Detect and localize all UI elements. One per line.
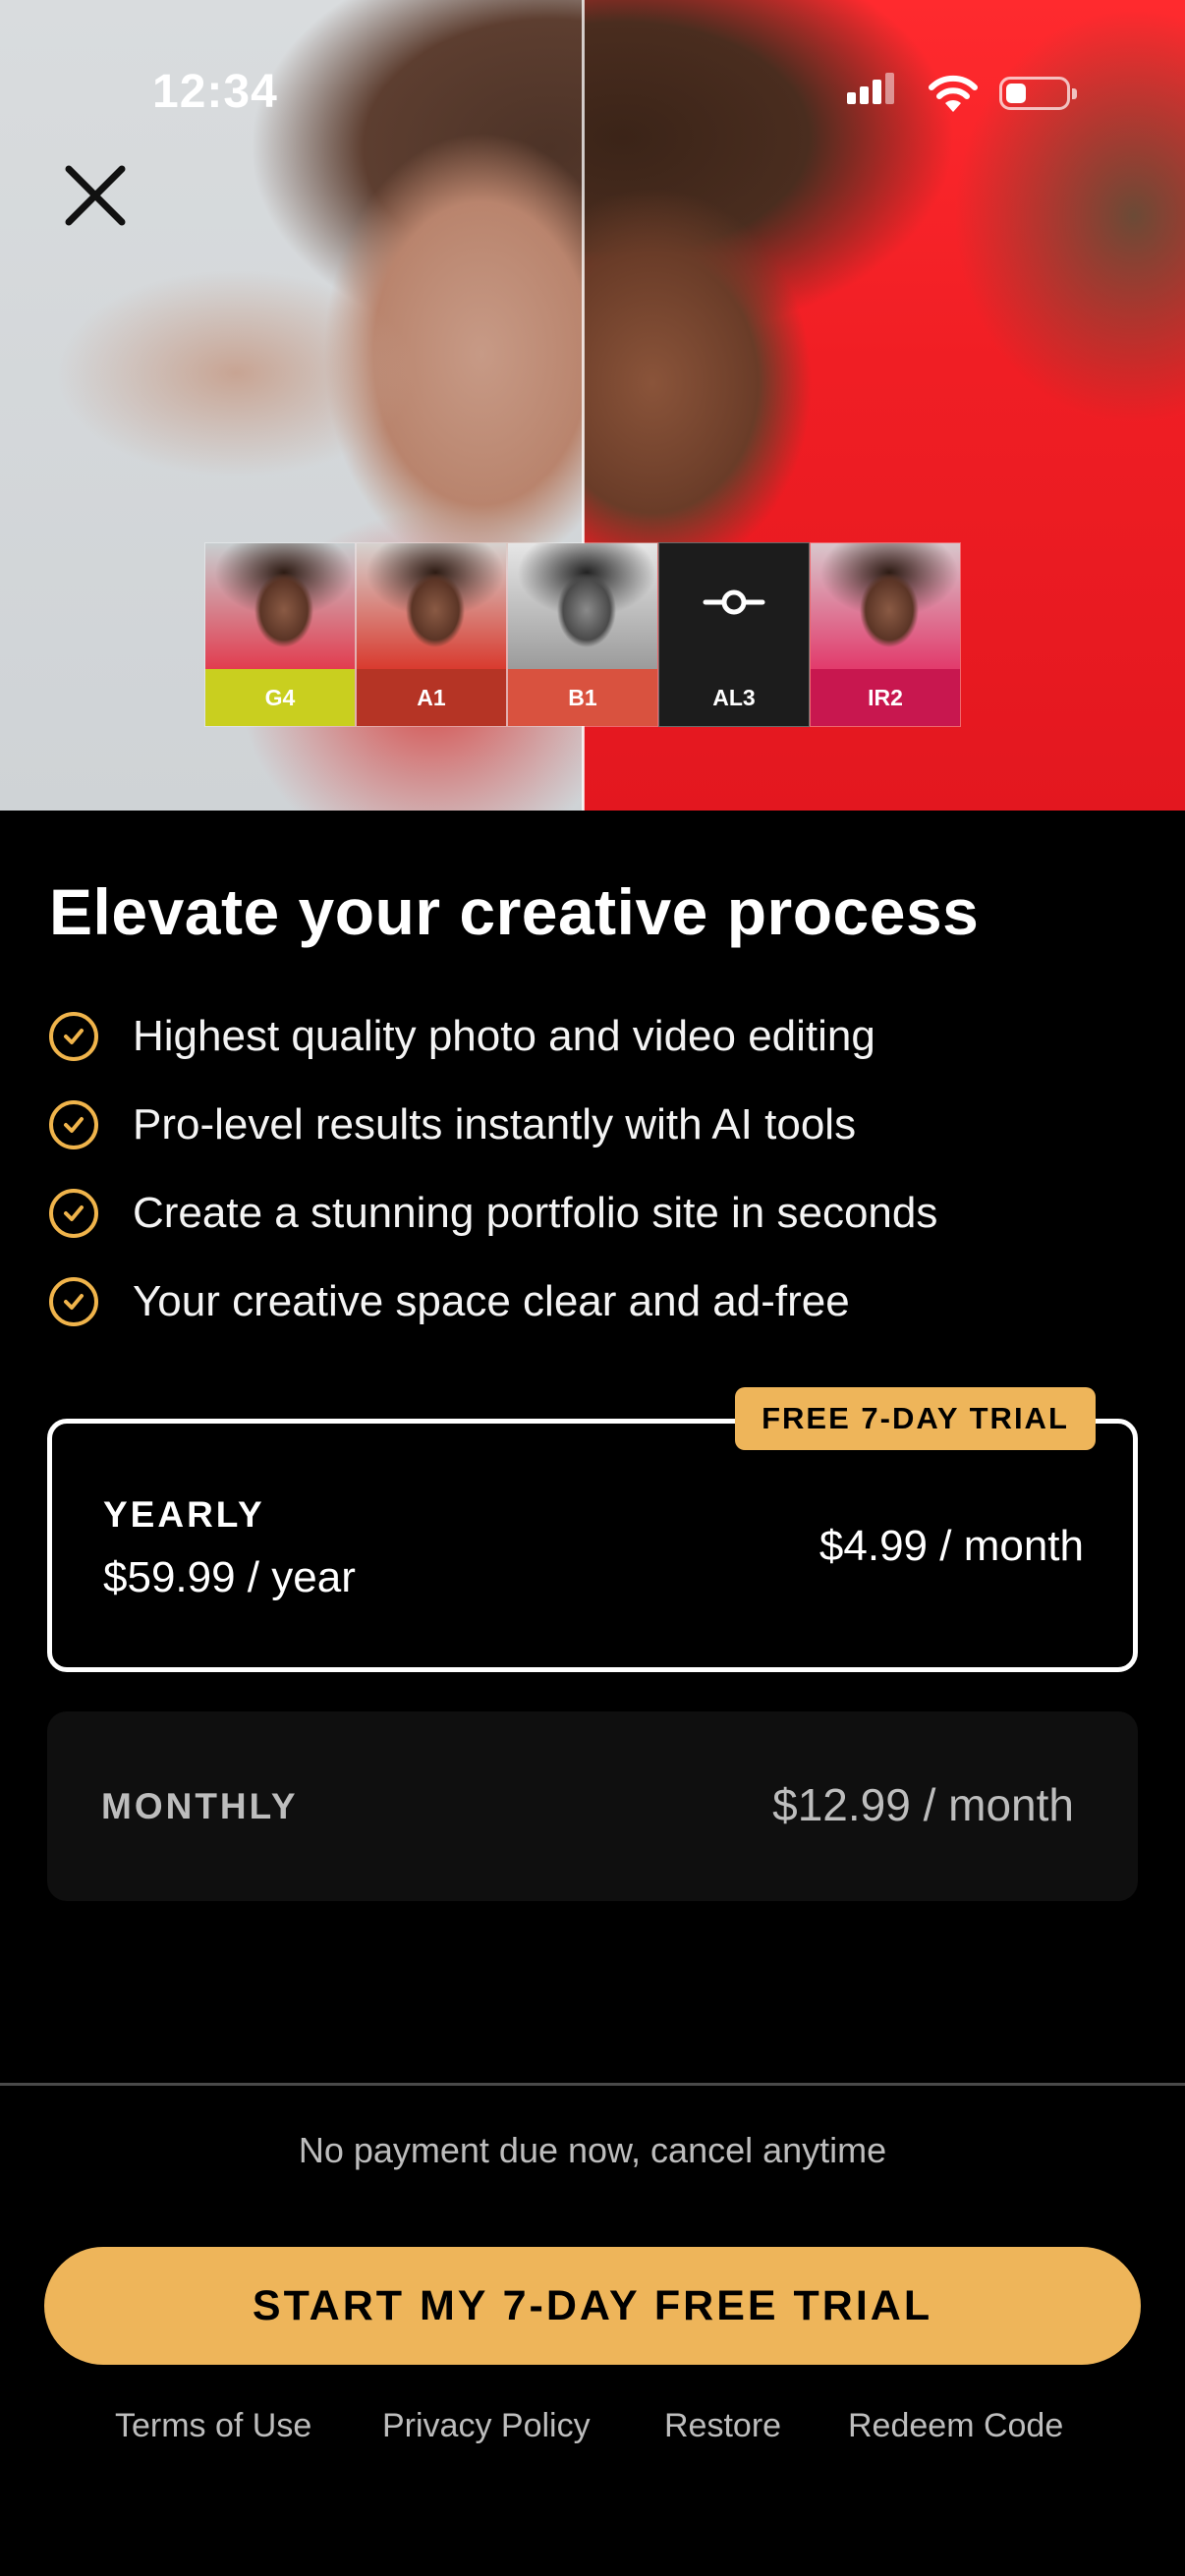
redeem-code-link[interactable]: Redeem Code (848, 2407, 1063, 2445)
check-circle-icon (49, 1277, 98, 1326)
feature-text: Create a stunning portfolio site in seco… (133, 1189, 938, 1237)
battery-icon (999, 77, 1077, 110)
feature-item: Create a stunning portfolio site in seco… (49, 1169, 937, 1258)
filter-label: IR2 (811, 669, 960, 726)
plan-name: MONTHLY (101, 1786, 299, 1826)
feature-text: Highest quality photo and video editing (133, 1012, 875, 1060)
check-circle-icon (49, 1012, 98, 1061)
privacy-policy-link[interactable]: Privacy Policy (382, 2407, 591, 2445)
filter-label: A1 (357, 669, 506, 726)
check-circle-icon (49, 1100, 98, 1149)
filter-thumbnail (508, 543, 657, 671)
trial-badge: FREE 7-DAY TRIAL (735, 1387, 1096, 1450)
plan-name: YEARLY (103, 1494, 265, 1535)
filter-thumbnail (811, 543, 960, 671)
hero-image: 12:34 G4 A1 B1 AL3 IR2 (0, 0, 1185, 811)
filter-label: AL3 (659, 669, 809, 726)
filter-strip: G4 A1 B1 AL3 IR2 (204, 542, 961, 727)
feature-text: Your creative space clear and ad-free (133, 1277, 850, 1325)
plan-price-year: $59.99 / year (103, 1553, 356, 1601)
terms-of-use-link[interactable]: Terms of Use (115, 2407, 311, 2445)
close-button[interactable] (57, 157, 134, 234)
divider (0, 2083, 1185, 2086)
close-icon (65, 165, 126, 226)
feature-item: Highest quality photo and video editing (49, 992, 937, 1081)
status-icons (847, 73, 1083, 116)
feature-list: Highest quality photo and video editing … (49, 992, 937, 1346)
filter-label: G4 (205, 669, 355, 726)
filter-ir2[interactable]: IR2 (810, 542, 961, 727)
plan-price-month: $4.99 / month (818, 1522, 1084, 1570)
plan-option-yearly[interactable]: YEARLY $59.99 / year $4.99 / month (47, 1419, 1138, 1672)
page-title: Elevate your creative process (49, 875, 980, 948)
payment-note: No payment due now, cancel anytime (298, 2130, 887, 2170)
status-time: 12:34 (152, 66, 278, 118)
feature-item: Your creative space clear and ad-free (49, 1258, 937, 1346)
check-circle-icon (49, 1189, 98, 1238)
filter-a1[interactable]: A1 (356, 542, 507, 727)
feature-text: Pro-level results instantly with AI tool… (133, 1100, 857, 1148)
start-trial-button[interactable]: START MY 7-DAY FREE TRIAL (44, 2247, 1141, 2365)
plan-option-monthly[interactable]: MONTHLY $12.99 / month (47, 1711, 1138, 1901)
filter-thumbnail (357, 543, 506, 671)
restore-link[interactable]: Restore (664, 2407, 781, 2445)
plan-price-month: $12.99 / month (772, 1779, 1074, 1830)
filter-label: B1 (508, 669, 657, 726)
wifi-icon (929, 75, 978, 112)
filter-b1[interactable]: B1 (507, 542, 658, 727)
filter-g4[interactable]: G4 (204, 542, 356, 727)
filter-thumbnail (205, 543, 355, 671)
adjust-slider-icon (703, 589, 765, 615)
footer-links: Terms of Use Privacy Policy Restore Rede… (0, 2407, 1185, 2456)
filter-al3[interactable]: AL3 (658, 542, 810, 727)
feature-item: Pro-level results instantly with AI tool… (49, 1081, 937, 1169)
